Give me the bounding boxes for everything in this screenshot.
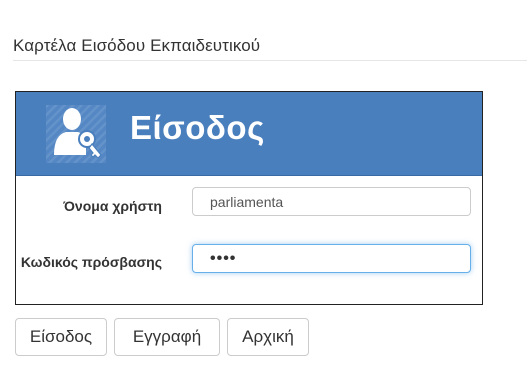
login-panel-header: Είσοδος	[16, 92, 482, 176]
login-heading: Είσοδος	[130, 109, 265, 146]
username-label: Όνομα χρήστη	[63, 198, 162, 214]
password-label: Κωδικός πρόσβασης	[20, 252, 162, 272]
password-input[interactable]	[192, 244, 471, 273]
login-button[interactable]: Είσοδος	[15, 318, 107, 356]
password-label-text: Κωδικός πρόσβασης	[20, 254, 162, 270]
user-key-icon	[46, 105, 106, 163]
title-divider	[13, 60, 527, 61]
username-input[interactable]	[192, 187, 471, 216]
register-button[interactable]: Εγγραφή	[114, 318, 220, 356]
page-title: Καρτέλα Εισόδου Εκπαιδευτικού	[13, 36, 261, 55]
home-button[interactable]: Αρχική	[227, 318, 309, 356]
